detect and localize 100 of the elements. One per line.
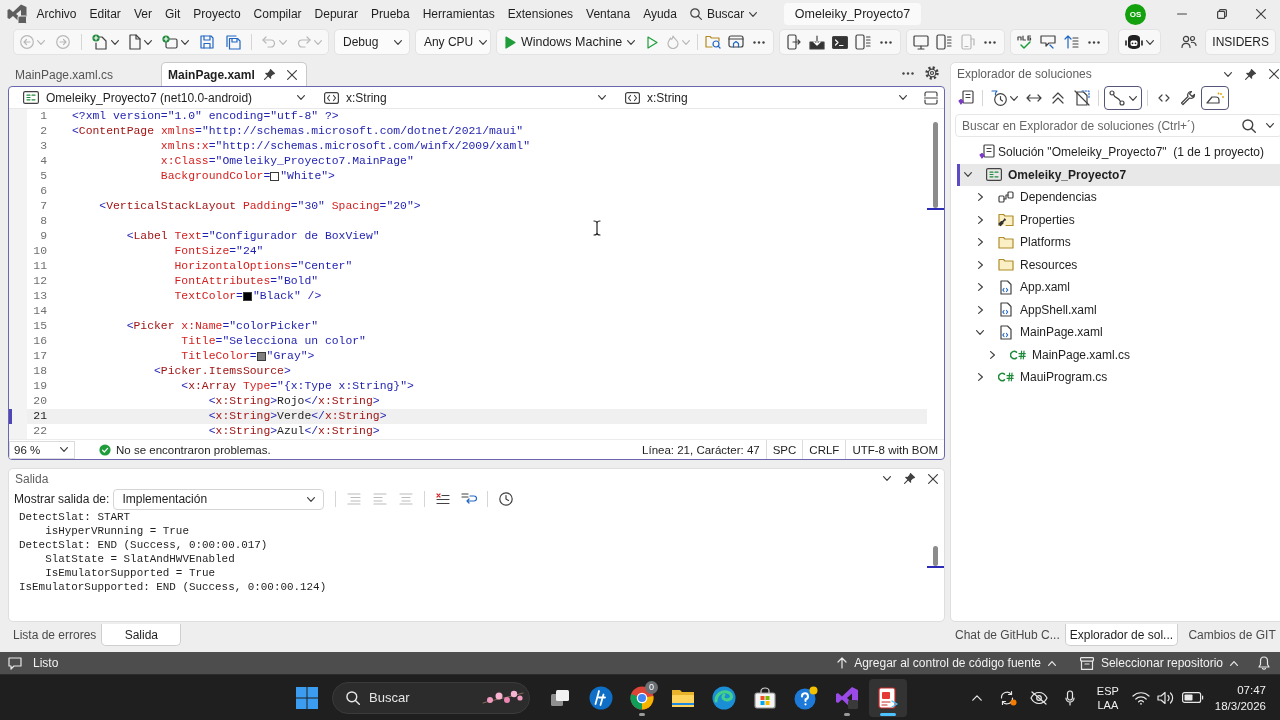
line-number: 19 (32, 379, 47, 394)
four-squares-icon (296, 686, 318, 709)
caret-icon (111, 39, 119, 45)
tree-item[interactable]: AppShell.xaml (957, 298, 1280, 321)
taskbar-app[interactable]: 0 (623, 678, 661, 717)
line-number: 5 (39, 169, 47, 184)
more-icon (984, 40, 997, 44)
tree-item[interactable]: MainPage.xaml (957, 321, 1280, 344)
navigation-dropdown[interactable]: x:String (318, 87, 612, 108)
caret-icon (279, 39, 287, 45)
scrollbar-thumb[interactable] (933, 122, 938, 208)
tree-item[interactable]: Resources (957, 253, 1280, 276)
play-outline-icon (646, 35, 658, 49)
code-text: "Gray"> (266, 349, 315, 364)
run-button[interactable]: Windows Machine (499, 31, 641, 53)
tree-item[interactable]: Dependencias (957, 186, 1280, 209)
panel-tab[interactable]: Explorador de sol... (1064, 624, 1179, 646)
text-lines-icon (399, 493, 414, 505)
save-icon (200, 35, 214, 49)
line-number: 2 (39, 124, 47, 139)
source-control-button[interactable]: Agregar al control de código fuente (833, 653, 1060, 673)
menu-item[interactable]: Git (158, 2, 187, 26)
tree-item[interactable]: App.xaml (957, 276, 1280, 299)
new-project-button[interactable] (89, 31, 122, 53)
battery-icon (1181, 692, 1204, 703)
panel-tab[interactable]: Salida (101, 624, 182, 646)
navigation-dropdown[interactable]: x:String (619, 87, 913, 108)
line-number: 20 (32, 394, 47, 409)
new-file-button[interactable] (126, 31, 155, 53)
pin-button[interactable] (262, 67, 277, 82)
menu-item[interactable]: Depurar (308, 2, 365, 26)
menu-item[interactable]: Ayuda (636, 2, 684, 26)
output-source-dropdown[interactable]: Implementación (113, 488, 325, 510)
notification-badge: 0 (645, 680, 658, 694)
platform-dropdown[interactable]: Any CPU (414, 29, 491, 55)
menu-item[interactable]: Ventana (579, 2, 637, 26)
pending-changes-filter-toggle[interactable] (1104, 86, 1142, 110)
configuration-dropdown[interactable]: Debug (334, 29, 410, 55)
zoom-dropdown[interactable]: 96 % (9, 440, 75, 459)
repository-button[interactable]: Seleccionar repositorio (1075, 653, 1242, 673)
stacked-windows-icon (550, 688, 570, 707)
new-document-icon (92, 34, 108, 50)
document-tab[interactable]: MainPage.xaml (161, 62, 307, 86)
close-icon (286, 69, 297, 80)
code-text: <x:String>Rojo</x:String> (208, 394, 380, 409)
tree-item[interactable]: MauiProgram.cs (957, 366, 1280, 389)
tree-item[interactable]: MainPage.xaml.cs (957, 343, 1280, 366)
document-tab[interactable]: MainPage.xaml.cs (8, 62, 122, 86)
tree-item[interactable]: Platforms (957, 231, 1280, 254)
taskbar-app[interactable] (869, 678, 907, 717)
channel-button[interactable]: INSIDERS (1205, 29, 1276, 55)
line-number: 16 (32, 334, 47, 349)
search-menu[interactable]: Buscar (683, 2, 764, 26)
caret-icon (682, 39, 691, 45)
menu-item[interactable]: Herramientas (416, 2, 502, 26)
menu-item[interactable]: Proyecto (186, 2, 248, 26)
tree-item[interactable]: Omeleiky_Proyecto7 (957, 163, 1280, 186)
caret-icon (60, 447, 68, 452)
panel-tab[interactable]: Chat de GitHub C... (950, 624, 1065, 646)
menu-item[interactable]: Ver (127, 2, 159, 26)
caret-icon (627, 39, 636, 45)
close-tab-button[interactable] (284, 67, 299, 82)
wrench-icon (1180, 90, 1196, 106)
line-endings-status[interactable]: CRLF (802, 440, 846, 459)
preview-toggle[interactable] (1201, 86, 1229, 110)
flame-icon (667, 35, 680, 49)
folder-wrench-icon (998, 212, 1014, 227)
tree-item[interactable]: Properties (957, 208, 1280, 231)
navigation-dropdown[interactable]: Omeleiky_Proyecto7 (net10.0-android) (17, 87, 311, 108)
code-text: HorizontalOptions="Center" (174, 259, 353, 274)
caret-up-icon (1230, 660, 1238, 666)
caret-icon (749, 11, 758, 17)
menu-item[interactable]: Archivo (30, 2, 83, 26)
cursor-position[interactable]: Línea: 21, Carácter: 47 (635, 440, 766, 459)
microphone-icon (1065, 689, 1076, 706)
folder-icon (998, 258, 1014, 272)
minimize-icon (1177, 13, 1187, 15)
app-logo-icon (7, 4, 27, 24)
caret-icon (479, 39, 488, 45)
double-chevron-up-icon (1052, 92, 1064, 104)
caret-icon (37, 39, 45, 45)
output-line: isHyperVRunning = True (45, 524, 189, 538)
scrollbar-thumb[interactable] (933, 546, 938, 566)
menu-item[interactable]: Compilar (247, 2, 309, 26)
panel-tab[interactable]: Lista de errores (8, 624, 102, 646)
input-language-button[interactable]: ESP LAA (1088, 680, 1127, 715)
menu-item[interactable]: Editar (83, 2, 128, 26)
output-source-label: Mostrar salida de: (14, 492, 110, 506)
search-field[interactable]: Buscar (332, 681, 530, 714)
caret-icon (1266, 123, 1275, 128)
menu-item[interactable]: Extensiones (501, 2, 580, 26)
code-text: <x:String>Azul</x:String> (208, 424, 380, 439)
clock-button[interactable]: 07:47 18/3/2026 (1206, 681, 1266, 714)
panel-tab[interactable]: Cambios de GIT (1178, 624, 1280, 646)
indentation-status[interactable]: SPC (765, 440, 803, 459)
problems-status[interactable]: No se encontraron problemas. (99, 443, 271, 456)
solution-item[interactable]: Solución "Omeleiky_Proyecto7" (1 de 1 proyecto) (998, 145, 1264, 160)
menu-item[interactable]: Prueba (364, 2, 417, 26)
speaker-icon (1156, 690, 1175, 705)
encoding-status[interactable]: UTF-8 with BOM (845, 440, 944, 459)
